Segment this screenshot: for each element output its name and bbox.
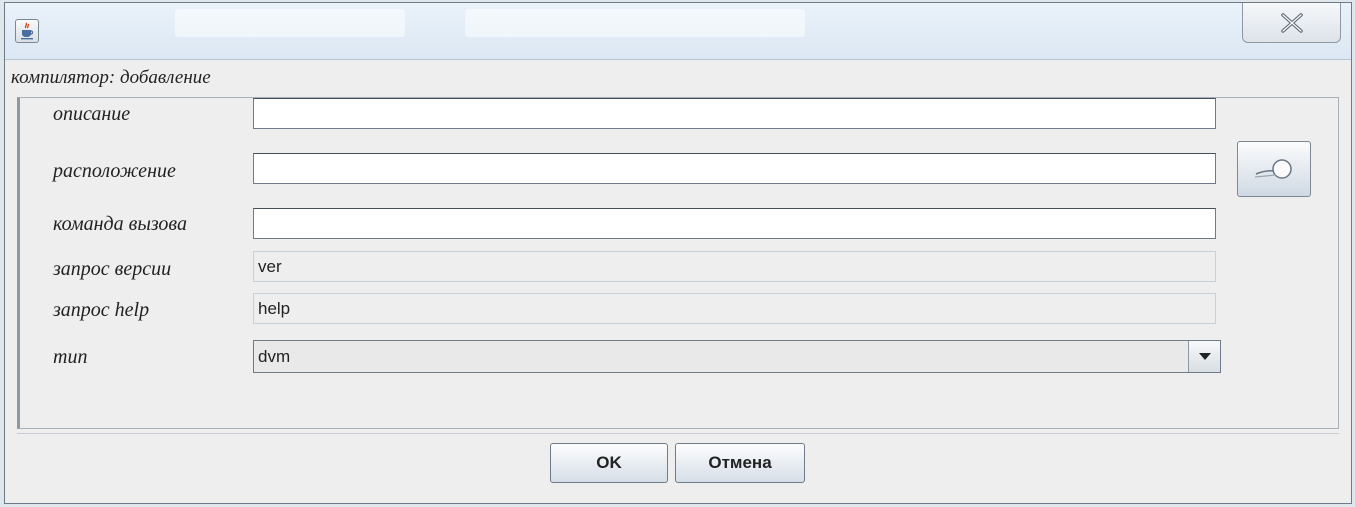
command-input[interactable]	[253, 208, 1216, 239]
ok-button[interactable]: OK	[550, 443, 668, 483]
command-label: команда вызова	[53, 213, 187, 235]
chevron-down-icon	[1198, 353, 1211, 360]
title-bar-reflection	[175, 9, 405, 37]
type-selected-value: dvm	[258, 347, 291, 366]
version-query-label: запрос версии	[53, 258, 172, 280]
location-label: расположение	[53, 160, 176, 182]
type-label: тип	[53, 346, 88, 368]
button-bar-separator	[17, 433, 1339, 434]
panel-title: компилятор: добавление	[11, 67, 211, 88]
close-icon	[1280, 12, 1303, 33]
title-bar[interactable]	[5, 3, 1351, 60]
dropdown-arrow-button[interactable]	[1188, 341, 1220, 372]
browse-button[interactable]	[1237, 141, 1311, 197]
help-query-label: запрос help	[53, 299, 150, 321]
title-bar-reflection	[465, 9, 805, 37]
dialog-window: компилятор: добавление описание располож…	[4, 2, 1352, 504]
version-query-field: ver	[253, 251, 1216, 282]
description-label: описание	[53, 103, 131, 125]
java-icon[interactable]	[15, 19, 39, 43]
browse-icon	[1254, 159, 1292, 179]
cancel-button[interactable]: Отмена	[675, 443, 805, 483]
location-input[interactable]	[253, 153, 1216, 184]
help-query-field: help	[253, 293, 1216, 324]
description-input[interactable]	[253, 98, 1216, 129]
close-button[interactable]	[1242, 3, 1341, 43]
type-select[interactable]: dvm	[253, 340, 1221, 373]
